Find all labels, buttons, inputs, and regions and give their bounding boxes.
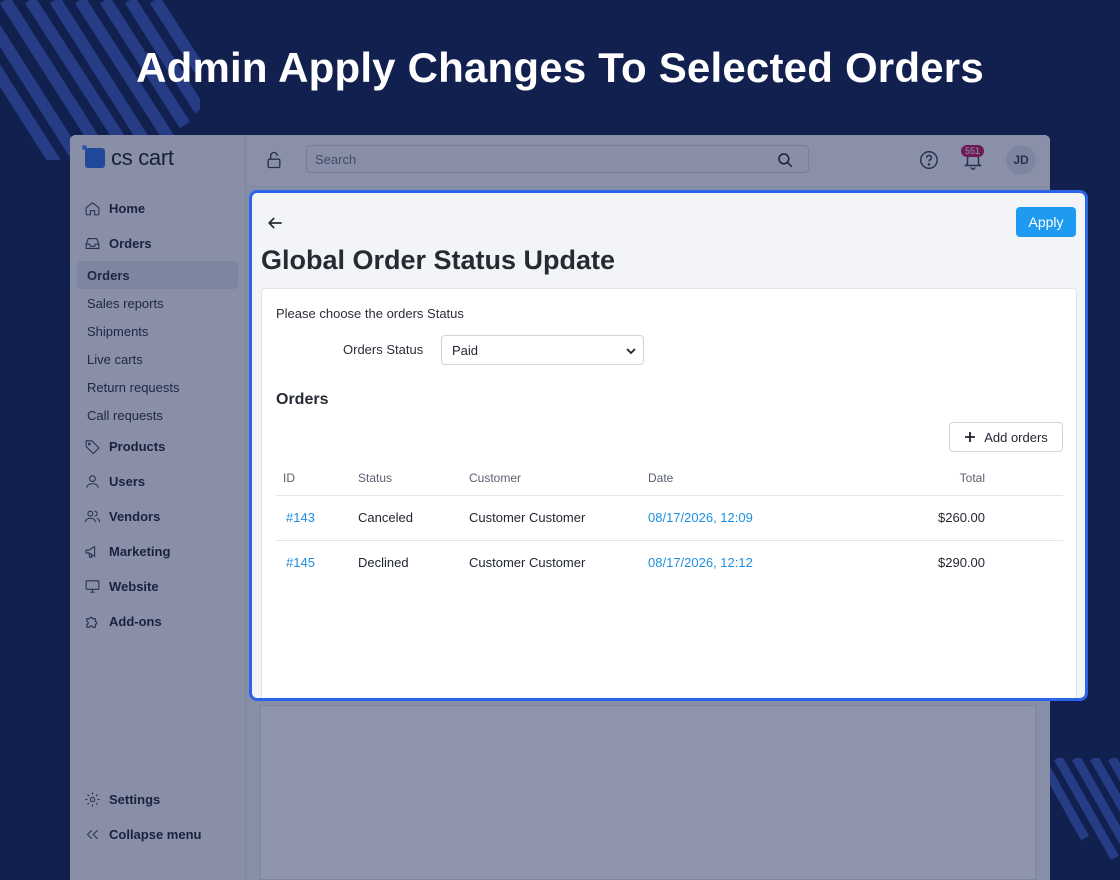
order-total: $260.00 xyxy=(938,510,985,525)
order-total: $290.00 xyxy=(938,555,985,570)
back-arrow-icon[interactable] xyxy=(265,213,285,233)
order-id-link[interactable]: #143 xyxy=(286,510,315,525)
order-status: Canceled xyxy=(358,510,413,525)
column-header-status[interactable]: Status xyxy=(358,471,392,485)
global-order-status-panel: Apply Global Order Status Update Please … xyxy=(249,190,1088,701)
plus-icon xyxy=(965,432,976,442)
orders-status-label: Orders Status xyxy=(343,342,424,357)
orders-status-value: Paid xyxy=(452,343,479,358)
orders-heading: Orders xyxy=(276,391,329,408)
column-header-customer[interactable]: Customer xyxy=(469,471,521,485)
add-orders-label: Add orders xyxy=(984,429,1048,445)
add-orders-button[interactable]: Add orders xyxy=(949,422,1063,452)
order-customer: Customer Customer xyxy=(469,555,586,570)
table-divider xyxy=(276,540,1063,541)
page-title: Global Order Status Update xyxy=(261,245,616,275)
chevron-down-icon xyxy=(626,348,636,355)
apply-button[interactable]: Apply xyxy=(1016,207,1076,237)
banner-title: Admin Apply Changes To Selected Orders xyxy=(136,44,984,91)
decorative-stripes xyxy=(1040,758,1120,861)
column-header-date[interactable]: Date xyxy=(648,471,673,485)
order-date-link[interactable]: 08/17/2026, 12:12 xyxy=(648,555,753,570)
order-customer: Customer Customer xyxy=(469,510,586,525)
column-header-total[interactable]: Total xyxy=(885,471,985,485)
status-prompt: Please choose the orders Status xyxy=(276,306,464,321)
column-header-id[interactable]: ID xyxy=(283,471,295,485)
orders-status-select[interactable]: Paid xyxy=(441,335,644,365)
settings-card: Please choose the orders Status Orders S… xyxy=(261,288,1077,698)
order-id-link[interactable]: #145 xyxy=(286,555,315,570)
table-divider xyxy=(276,495,1063,496)
order-date-link[interactable]: 08/17/2026, 12:09 xyxy=(648,510,753,525)
order-status: Declined xyxy=(358,555,409,570)
